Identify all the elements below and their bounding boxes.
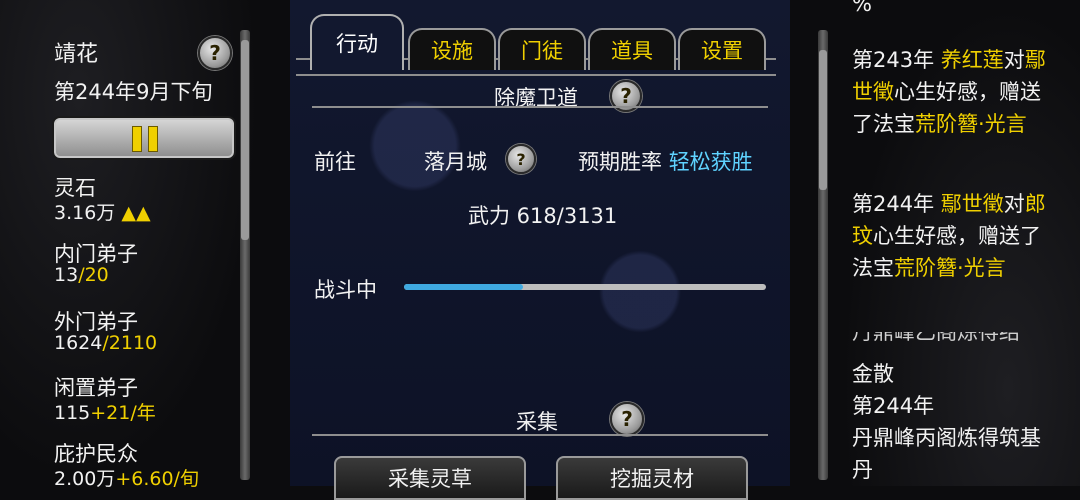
win-rate-label: 预期胜率 轻松获胜 bbox=[578, 150, 753, 174]
event-log-panel: % 第243年 养红莲对鄢世徵心生好感，赠送了法宝荒阶簪·光言 第244年 鄢世… bbox=[840, 0, 1080, 486]
tab-items[interactable]: 道具 bbox=[588, 28, 676, 70]
stat-outer-disciples-value: 1624/2110 bbox=[54, 332, 158, 354]
log-entry: 第243年 养红莲对鄢世徵心生好感，赠送了法宝荒阶簪·光言 bbox=[852, 48, 1046, 136]
help-icon[interactable]: ? bbox=[198, 36, 232, 70]
game-date: 第244年9月下旬 bbox=[54, 80, 213, 104]
battle-progress-bar bbox=[404, 284, 766, 290]
goto-label: 前往 bbox=[314, 150, 356, 174]
stat-idle-disciples-value: 115+21/年 bbox=[54, 402, 156, 424]
log-partial-line: % bbox=[852, 0, 872, 16]
dig-materials-button[interactable]: 挖掘灵材 bbox=[556, 456, 748, 500]
section-title-gather: 采集 bbox=[516, 410, 558, 434]
destination-label[interactable]: 落月城 bbox=[424, 146, 487, 176]
gather-herbs-button[interactable]: 采集灵草 bbox=[334, 456, 526, 500]
center-scrollbar[interactable] bbox=[818, 30, 828, 480]
pause-icon bbox=[148, 126, 158, 152]
help-icon[interactable]: ? bbox=[610, 402, 644, 436]
log-entry: 金散 第244年 丹鼎峰丙阁炼得筑基丹 bbox=[852, 362, 1041, 482]
action-panel: 行动 设施 门徒 道具 设置 除魔卫道 ? 前往 落月城 ? 预期胜率 轻松获胜… bbox=[290, 0, 790, 500]
sect-name: 靖花 bbox=[54, 42, 99, 67]
divider bbox=[312, 434, 768, 436]
log-clipped-line: 丹鼎峰乙阁炼得结 bbox=[852, 332, 1020, 344]
battle-progress-fill bbox=[404, 284, 524, 290]
stat-inner-disciples-value: 13/20 bbox=[54, 264, 109, 286]
pause-button[interactable] bbox=[52, 116, 236, 160]
log-entry: 第244年 鄢世徵对郎玟心生好感，赠送了法宝荒阶簪·光言 bbox=[852, 192, 1046, 280]
tab-disciples[interactable]: 门徒 bbox=[498, 28, 586, 70]
tab-action[interactable]: 行动 bbox=[310, 14, 404, 70]
tab-facilities[interactable]: 设施 bbox=[408, 28, 496, 70]
stat-spirit-stone-value: 3.16万 ▲▲ bbox=[54, 202, 151, 224]
stat-protected-people-value: 2.00万+6.60/旬 bbox=[54, 468, 199, 490]
tab-settings[interactable]: 设置 bbox=[678, 28, 766, 70]
win-rate-value: 轻松获胜 bbox=[668, 150, 753, 174]
force-readout: 武力 618/3131 bbox=[468, 204, 618, 228]
left-scrollbar[interactable] bbox=[240, 30, 250, 480]
pause-icon bbox=[132, 126, 142, 152]
sect-status-panel: 靖花 ? 第244年9月下旬 灵石 3.16万 ▲▲ 内门弟子 13/20 外门… bbox=[0, 0, 262, 490]
increase-arrows-icon: ▲▲ bbox=[121, 202, 151, 224]
battle-status-label: 战斗中 bbox=[314, 278, 377, 302]
divider bbox=[312, 106, 768, 108]
help-icon[interactable]: ? bbox=[506, 144, 536, 174]
